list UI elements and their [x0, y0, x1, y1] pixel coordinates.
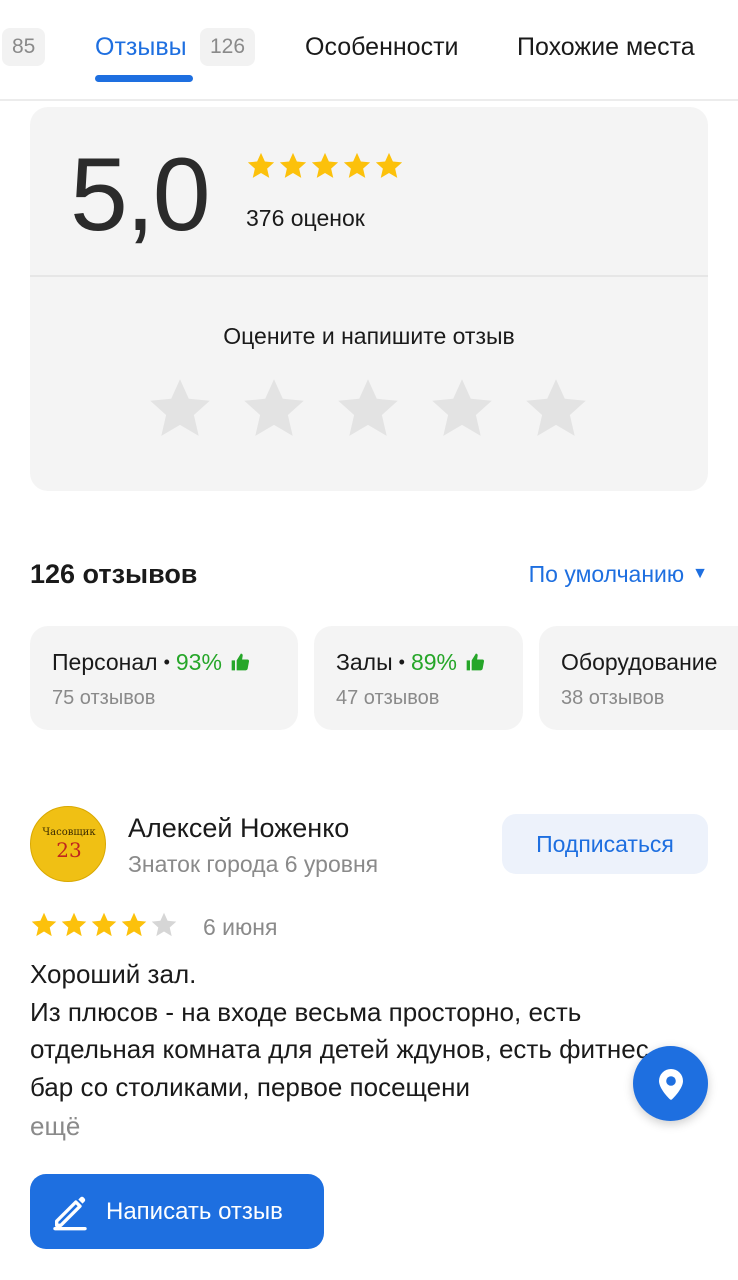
aspect-title: Персонал • 93% [52, 646, 276, 678]
star-filled-icon [31, 912, 57, 937]
star-filled-icon [343, 152, 371, 178]
aspect-percent: 93% [175, 649, 222, 675]
write-review-button[interactable]: Написать отзыв [30, 1174, 324, 1249]
review-text: Хороший зал. Из плюсов - на входе весьма… [30, 959, 649, 1102]
star-filled-icon [91, 912, 117, 937]
review-stars [30, 911, 178, 939]
aspect-chip-halls[interactable]: Залы • 89% 47 отзывов [314, 626, 523, 730]
aspect-chip-staff[interactable]: Персонал • 93% 75 отзывов [30, 626, 298, 730]
rate-stars-input [146, 375, 590, 443]
rating-stars [246, 151, 404, 181]
rating-card: 5,0 376 оценок Оцените и напишите отзыв [30, 107, 708, 491]
author-level: Знаток города 6 уровня [128, 851, 379, 877]
aspect-reviews: 75 отзывов [52, 687, 156, 709]
tab-reviews[interactable]: Отзывы [95, 30, 187, 64]
map-pin-icon [658, 1068, 683, 1100]
thumbs-up-icon [466, 653, 485, 671]
star-filled-icon [279, 152, 307, 178]
aspect-title: Залы • 89% [336, 646, 501, 678]
divider [30, 275, 708, 277]
tab-bar: 85 Отзывы 126 Особенности Похожие места [0, 0, 738, 101]
rate-star-4-icon[interactable] [428, 375, 496, 443]
sort-label: По умолчанию [528, 561, 685, 587]
aspect-reviews: 47 отзывов [336, 687, 440, 709]
location-button[interactable] [633, 1046, 708, 1121]
avatar-number: 23 [56, 838, 82, 862]
author-name[interactable]: Алексей Ноженко [128, 810, 349, 846]
rate-prompt: Оцените и напишите отзыв [223, 323, 515, 349]
aspect-title: Оборудование [561, 646, 718, 678]
subscribe-button[interactable]: Подписаться [502, 814, 708, 874]
aspect-chip-equipment[interactable]: Оборудование 38 отзывов [539, 626, 738, 730]
aspect-percent: 89% [410, 649, 457, 675]
review-date: 6 июня [203, 914, 278, 940]
chevron-down-icon: ▼ [692, 565, 708, 582]
write-review-label: Написать отзыв [106, 1197, 283, 1225]
aspect-reviews: 38 отзывов [561, 687, 665, 709]
avatar[interactable]: Часовщик 23 [30, 806, 106, 882]
rate-star-2-icon[interactable] [240, 375, 308, 443]
tab-similar-places[interactable]: Похожие места [517, 30, 695, 64]
sort-dropdown[interactable]: По умолчанию ▼ [529, 558, 708, 590]
star-filled-icon [61, 912, 87, 937]
star-filled-icon [121, 912, 147, 937]
reviews-count: 126 отзывов [30, 559, 198, 589]
star-filled-icon [311, 152, 339, 178]
active-tab-indicator [95, 75, 193, 82]
tab-features[interactable]: Особенности [305, 30, 459, 64]
aspect-name: Персонал [52, 649, 158, 675]
pencil-icon [53, 1196, 87, 1230]
thumbs-up-icon [231, 653, 249, 671]
star-filled-icon [375, 152, 403, 178]
read-more-link[interactable]: ещё [30, 1108, 80, 1144]
rate-star-1-icon[interactable] [146, 375, 214, 443]
tab-reviews-badge: 126 [200, 28, 256, 66]
rate-star-5-icon[interactable] [522, 375, 590, 443]
separator-dot: • [163, 652, 170, 672]
aspect-name: Залы [336, 649, 393, 675]
rating-score: 5,0 [70, 137, 211, 253]
tab-prev-badge[interactable]: 85 [2, 28, 46, 66]
rate-star-3-icon[interactable] [334, 375, 402, 443]
aspect-name: Оборудование [561, 649, 718, 675]
rating-count: 376 оценок [246, 205, 365, 231]
star-empty-icon [151, 912, 177, 937]
separator-dot: • [398, 652, 405, 672]
star-filled-icon [247, 152, 275, 178]
